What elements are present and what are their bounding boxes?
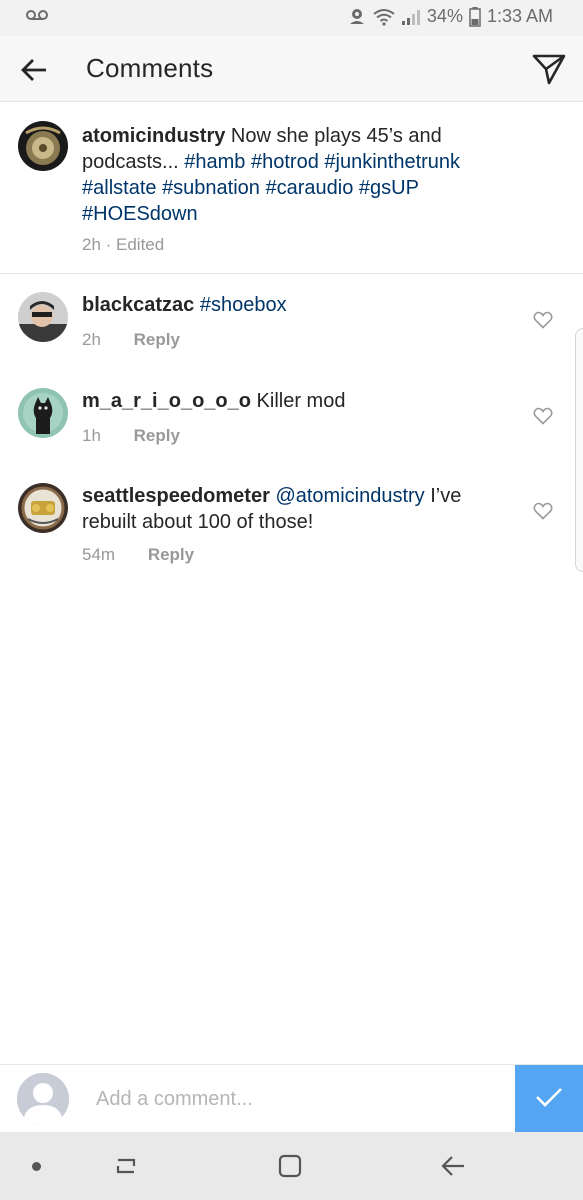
- status-bar: 34% 1:33 AM: [0, 0, 583, 36]
- heart-icon[interactable]: [533, 501, 553, 521]
- wifi-icon: [373, 8, 395, 26]
- mention-link[interactable]: @atomicindustry: [275, 485, 424, 507]
- hashtag[interactable]: #allstate: [82, 177, 157, 199]
- comment-time: 1h: [82, 426, 101, 445]
- comment-composer: [0, 1064, 583, 1133]
- caption-username[interactable]: atomicindustry: [82, 125, 225, 147]
- comment-meta: 54m Reply: [82, 545, 194, 565]
- reply-button[interactable]: Reply: [134, 330, 180, 349]
- hashtag[interactable]: #HOESdown: [82, 203, 198, 225]
- home-icon[interactable]: [274, 1150, 306, 1182]
- comment-username[interactable]: blackcatzac: [82, 294, 194, 316]
- page-title: Comments: [86, 53, 214, 83]
- arrow-left-icon[interactable]: [18, 54, 50, 86]
- nav-dot-icon: [32, 1162, 41, 1171]
- comment-time: 54m: [82, 545, 116, 564]
- avatar[interactable]: [18, 388, 68, 438]
- hashtag[interactable]: #subnation: [162, 177, 260, 199]
- hashtag[interactable]: #hamb: [184, 151, 245, 173]
- clock: 1:33 AM: [486, 6, 553, 26]
- post-caption: atomicindustry Now she plays 45’s and po…: [0, 103, 583, 274]
- avatar[interactable]: [18, 121, 68, 171]
- caption-meta: 2h · Edited: [82, 235, 165, 254]
- heart-icon[interactable]: [533, 406, 553, 426]
- back-icon[interactable]: [438, 1150, 470, 1182]
- comment-meta: 2h Reply: [82, 330, 180, 350]
- avatar[interactable]: [18, 483, 68, 533]
- comment-time: 2h: [82, 330, 101, 349]
- reply-button[interactable]: Reply: [134, 426, 180, 445]
- hashtag[interactable]: #gsUP: [359, 177, 419, 199]
- caption-text: atomicindustry Now she plays 45’s and po…: [82, 123, 522, 227]
- list-item: m_a_r_i_o_o_o_o Killer mod 1h Reply: [0, 388, 583, 458]
- reply-button[interactable]: Reply: [148, 545, 194, 564]
- avatar[interactable]: [18, 292, 68, 342]
- comment-meta: 1h Reply: [82, 426, 180, 446]
- battery-percent: 34%: [426, 6, 463, 26]
- comment-text: blackcatzac #shoebox: [82, 292, 512, 318]
- list-item: seattlespeedometer @atomicindustry I’ve …: [0, 483, 583, 573]
- battery-icon: [469, 6, 481, 27]
- hashtag[interactable]: #hotrod: [251, 151, 319, 173]
- recent-apps-icon[interactable]: [110, 1150, 142, 1182]
- hashtag[interactable]: #caraudio: [266, 177, 354, 199]
- edge-panel-handle[interactable]: [575, 328, 583, 572]
- data-saver-icon: [347, 7, 367, 27]
- system-nav-bar: [0, 1132, 583, 1200]
- comment-body: Killer mod: [256, 390, 346, 412]
- voicemail-icon: [26, 8, 48, 27]
- checkmark-icon: [534, 1085, 564, 1114]
- avatar: [17, 1073, 69, 1125]
- comment-text: m_a_r_i_o_o_o_o Killer mod: [82, 388, 512, 414]
- paper-plane-icon[interactable]: [531, 51, 567, 87]
- comment-username[interactable]: seattlespeedometer: [82, 485, 270, 507]
- heart-icon[interactable]: [533, 310, 553, 330]
- post-button[interactable]: [515, 1065, 583, 1133]
- comment-input[interactable]: [96, 1079, 496, 1119]
- list-item: blackcatzac #shoebox 2h Reply: [0, 292, 583, 362]
- header: Comments: [0, 36, 583, 102]
- comment-username[interactable]: m_a_r_i_o_o_o_o: [82, 390, 251, 412]
- comment-text: seattlespeedometer @atomicindustry I’ve …: [82, 483, 512, 535]
- signal-icon: [401, 8, 421, 26]
- hashtag[interactable]: #shoebox: [200, 294, 287, 316]
- hashtag[interactable]: #junkinthetrunk: [324, 151, 460, 173]
